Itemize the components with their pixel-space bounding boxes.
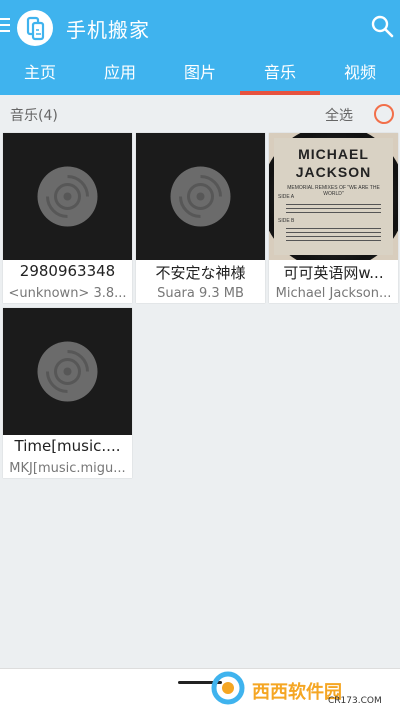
- song-title: 2980963348: [19, 262, 116, 280]
- vinyl-placeholder-icon: [3, 133, 132, 260]
- music-card[interactable]: 2980963348 <unknown> 3.8...: [3, 133, 132, 303]
- album-side-b: SIDE B: [278, 218, 295, 224]
- music-card[interactable]: Time[music.... MKJ[music.migu...: [3, 308, 132, 478]
- tab-apps[interactable]: 应用: [80, 54, 160, 95]
- section-title: 音乐(4): [10, 108, 58, 124]
- search-icon[interactable]: [370, 14, 394, 38]
- song-title: Time[music....: [14, 437, 121, 455]
- tab-bar: 主页 应用 图片 音乐 视频: [0, 54, 400, 95]
- watermark-subtext: CR173.COM: [328, 696, 382, 706]
- song-title: 不安定な神様: [155, 264, 246, 282]
- select-all-checkbox[interactable]: [374, 104, 394, 124]
- tab-home[interactable]: 主页: [0, 54, 80, 95]
- list-header: 音乐(4) 全选: [0, 95, 400, 131]
- menu-icon[interactable]: [0, 18, 10, 32]
- song-subtitle: Michael Jackson...: [275, 286, 392, 301]
- album-cover-image: MICHAEL JACKSON MEMORIAL REMIXES OF "WE …: [269, 133, 398, 260]
- select-all-label[interactable]: 全选: [325, 105, 353, 125]
- watermark: 西西软件园 CR173.COM: [200, 668, 400, 708]
- album-artist-line1: MICHAEL: [298, 146, 369, 162]
- song-subtitle: Suara 9.3 MB: [157, 286, 244, 301]
- app-bar: 手机搬家: [0, 0, 400, 54]
- tab-video[interactable]: 视频: [320, 54, 400, 95]
- vinyl-placeholder-icon: [3, 308, 132, 435]
- app-logo-icon: [17, 10, 53, 46]
- music-card[interactable]: 不安定な神様 Suara 9.3 MB: [136, 133, 265, 303]
- app-title: 手机搬家: [66, 18, 150, 42]
- vinyl-placeholder-icon: [136, 133, 265, 260]
- record-label: MICHAEL JACKSON MEMORIAL REMIXES OF "WE …: [274, 138, 393, 255]
- track-lines: [286, 201, 381, 216]
- tab-music[interactable]: 音乐: [240, 54, 320, 95]
- song-subtitle: MKJ[music.migu...: [9, 461, 126, 476]
- watermark-logo-icon: [211, 671, 245, 705]
- album-side-a: SIDE A: [278, 194, 295, 200]
- music-card[interactable]: MICHAEL JACKSON MEMORIAL REMIXES OF "WE …: [269, 133, 398, 303]
- tab-pictures[interactable]: 图片: [160, 54, 240, 95]
- track-lines: [286, 225, 381, 244]
- song-title: 可可英语网w...: [283, 264, 384, 282]
- song-subtitle: <unknown> 3.8...: [8, 286, 127, 301]
- album-art: MICHAEL JACKSON MEMORIAL REMIXES OF "WE …: [269, 133, 398, 260]
- album-artist-line2: JACKSON: [295, 164, 372, 180]
